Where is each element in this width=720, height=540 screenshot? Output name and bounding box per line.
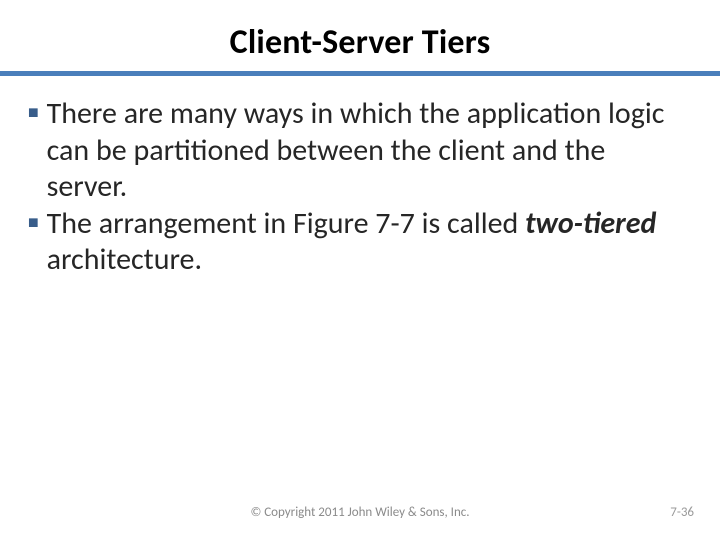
content-area: ▪ There are many ways in which the appli… xyxy=(0,76,720,279)
bullet-item: ▪ The arrangement in Figure 7-7 is calle… xyxy=(28,206,692,279)
bullet-item: ▪ There are many ways in which the appli… xyxy=(28,96,692,206)
page-number: 7-36 xyxy=(670,505,694,520)
bullet-icon: ▪ xyxy=(28,207,39,239)
bullet-text: The arrangement in Figure 7-7 is called … xyxy=(47,206,692,279)
bullet-text-pre: The arrangement in Figure 7-7 is called xyxy=(47,205,525,242)
bullet-text: There are many ways in which the applica… xyxy=(47,96,692,206)
bullet-icon: ▪ xyxy=(28,97,39,129)
bullet-text-emph: two-tiered xyxy=(525,205,656,242)
bullet-text-post: architecture. xyxy=(47,241,202,278)
bullet-text-pre: There are many ways in which the applica… xyxy=(47,95,665,205)
slide-title: Client-Server Tiers xyxy=(0,0,720,71)
footer: © Copyright 2011 John Wiley & Sons, Inc.… xyxy=(0,505,720,520)
copyright-text: © Copyright 2011 John Wiley & Sons, Inc. xyxy=(26,505,694,520)
slide: Client-Server Tiers ▪ There are many way… xyxy=(0,0,720,540)
